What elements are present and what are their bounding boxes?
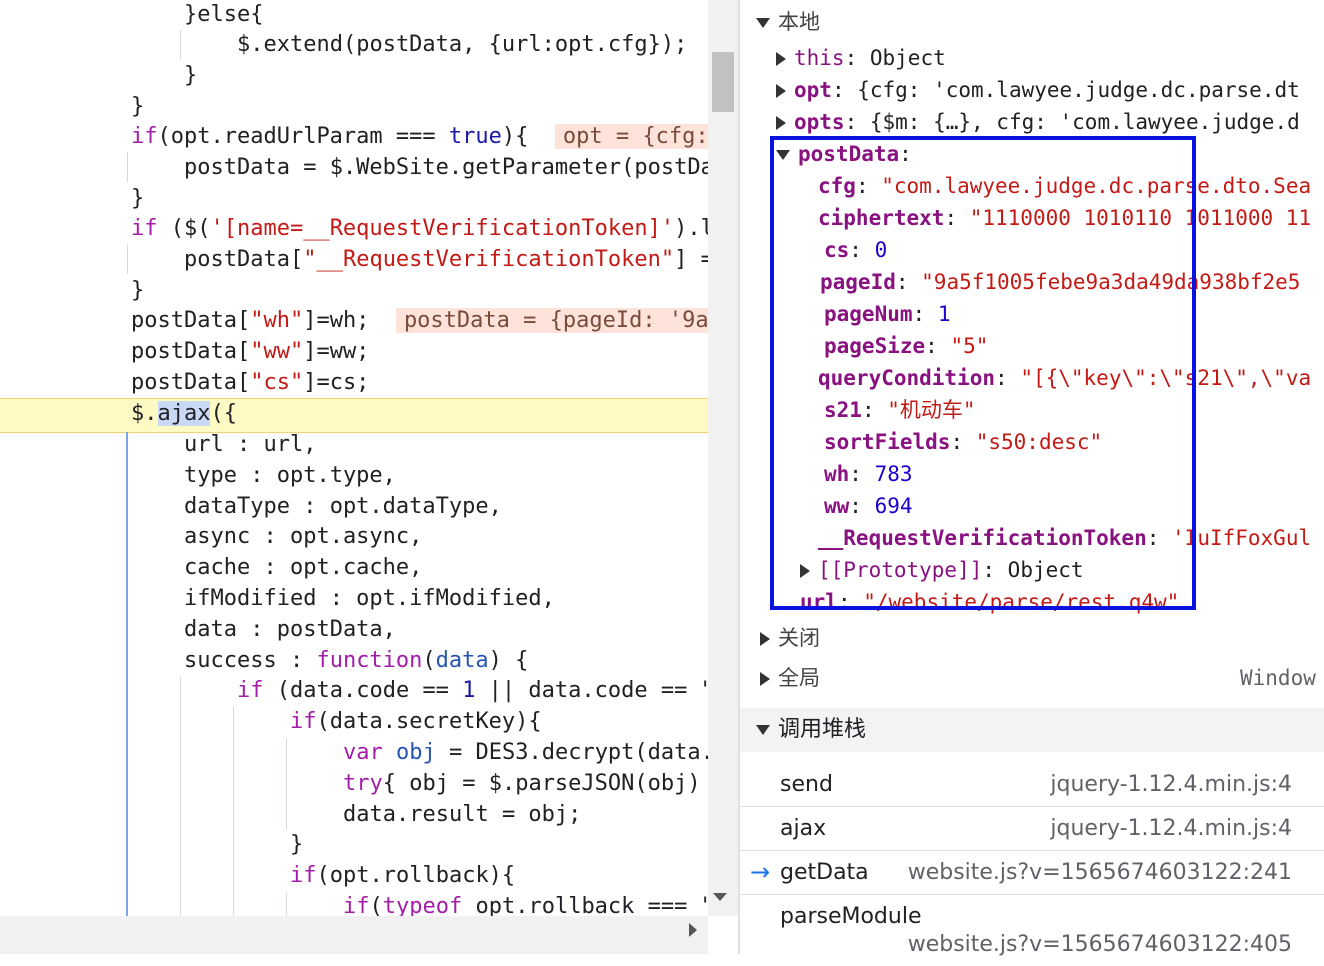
code-line: async : opt.async, <box>184 524 423 549</box>
callstack-header[interactable]: 调用堆栈 <box>740 708 1324 752</box>
prop-ciphertext[interactable]: ciphertext: "1110000 1010110 1011000 11 <box>818 202 1311 234</box>
prop-ww[interactable]: ww: 694 <box>824 490 913 522</box>
code-line: success : function(data) { <box>184 648 529 673</box>
code-line: url : url, <box>184 432 317 457</box>
code-line: dataType : opt.dataType, <box>184 494 502 519</box>
prop-pageid[interactable]: pageId: "9a5f1005febe9a3da49da938bf2e5 <box>820 266 1300 298</box>
code-line: postData["wh"]=wh; postData = {pageId: '… <box>131 306 708 336</box>
scope-item-opts[interactable]: opts: {$m: {…}, cfg: 'com.lawyee.judge.d <box>776 106 1300 138</box>
scope-local-header[interactable]: 本地 <box>756 6 820 38</box>
expand-triangle-icon <box>776 150 790 160</box>
callstack-frame[interactable]: ajax jquery-1.12.4.min.js:4 <box>740 808 1324 851</box>
indent-guide <box>180 30 181 60</box>
scope-item-this[interactable]: this: Object <box>776 42 946 74</box>
scope-global-header[interactable]: 全局 <box>760 662 820 694</box>
prop-querycondition[interactable]: queryCondition: "[{\"key\":\"s21\",\"va <box>818 362 1311 394</box>
code-line: if(data.secretKey){ <box>290 709 542 734</box>
expand-triangle-icon <box>756 18 770 28</box>
code-line: postData["__RequestVerificationToken"] = <box>184 247 708 272</box>
current-execution-line <box>0 398 708 433</box>
prop-prototype[interactable]: [[Prototype]]: Object <box>800 554 1084 586</box>
code-line: postData["ww"]=ww; <box>131 339 370 364</box>
callstack-frame[interactable]: send jquery-1.12.4.min.js:4 <box>740 764 1324 807</box>
code-line: } <box>131 186 145 211</box>
code-line: if(opt.rollback){ <box>290 863 516 888</box>
scope-item-opt[interactable]: opt: {cfg: 'com.lawyee.judge.dc.parse.dt <box>776 74 1300 106</box>
scroll-right-arrow-icon[interactable] <box>689 923 697 937</box>
code-line-current: $.ajax({ <box>131 401 237 426</box>
code-line: cache : opt.cache, <box>184 555 423 580</box>
code-line: type : opt.type, <box>184 463 396 488</box>
selected-token: ajax <box>157 401 211 426</box>
code-line: if ($('[name=__RequestVerificationToken]… <box>131 216 708 241</box>
collapse-triangle-icon <box>776 52 786 66</box>
callstack-frame-current[interactable]: → getData website.js?v=1565674603122:241 <box>740 852 1324 895</box>
indent-guide <box>286 892 287 916</box>
prop-sortfields[interactable]: sortFields: "s50:desc" <box>824 426 1102 458</box>
code-line: postData = $.WebSite.getParameter(postDa <box>184 155 708 180</box>
code-line: ifModified : opt.ifModified, <box>184 586 555 611</box>
code-line: postData["cs"]=cs; <box>131 370 370 395</box>
collapse-triangle-icon <box>776 84 786 98</box>
indent-guide <box>127 152 128 182</box>
scope-item-postdata[interactable]: postData: <box>776 138 912 170</box>
indent-guide <box>180 676 181 916</box>
global-value: Window <box>1240 666 1316 690</box>
expand-triangle-icon <box>756 725 770 735</box>
prop-s21[interactable]: s21: "机动车" <box>824 394 976 426</box>
source-editor[interactable]: }else{ $.extend(postData, {url:opt.cfg})… <box>0 0 708 916</box>
inline-value-postdata: postData = {pageId: '9a5 <box>395 308 708 333</box>
indent-guide <box>127 244 128 274</box>
callstack-frame[interactable]: parseModule website.js?v=1565674603122:4… <box>740 896 1324 957</box>
prop-pagesize[interactable]: pageSize: "5" <box>824 330 988 362</box>
code-line: } <box>131 94 145 119</box>
code-line: if(typeof opt.rollback === " <box>343 894 708 916</box>
prop-wh[interactable]: wh: 783 <box>824 458 913 490</box>
prop-cs[interactable]: cs: 0 <box>824 234 887 266</box>
code-line: } <box>290 832 304 857</box>
code-line: try{ obj = $.parseJSON(obj) <box>343 771 701 796</box>
collapse-triangle-icon <box>760 632 770 646</box>
scroll-down-arrow-icon[interactable] <box>713 893 727 901</box>
code-line: if(opt.readUrlParam === true){ opt = {cf… <box>131 122 708 152</box>
code-line: data : postData, <box>184 617 396 642</box>
vertical-scrollbar[interactable] <box>708 0 738 916</box>
scope-item-url[interactable]: url: "/website/parse/rest.q4w" <box>800 586 1179 618</box>
scope-closure-header[interactable]: 关闭 <box>760 622 820 654</box>
prop-cfg[interactable]: cfg: "com.lawyee.judge.dc.parse.dto.Sea <box>818 170 1311 202</box>
prop-pagenum[interactable]: pageNum: 1 <box>824 298 950 330</box>
code-line: data.result = obj; <box>343 802 582 827</box>
horizontal-scrollbar[interactable] <box>0 916 708 954</box>
indent-guide-active <box>126 432 128 916</box>
collapse-triangle-icon <box>800 564 810 578</box>
prop-request-token[interactable]: __RequestVerificationToken: 'IuIfFoxGul <box>818 522 1311 554</box>
code-line: }else{ <box>184 2 264 27</box>
current-frame-arrow-icon: → <box>750 858 771 886</box>
code-line: var obj = DES3.decrypt(data. <box>343 740 708 765</box>
code-line: $.extend(postData, {url:opt.cfg}); <box>237 32 688 57</box>
code-line: } <box>184 63 198 88</box>
collapse-triangle-icon <box>776 116 786 130</box>
code-line: if (data.code == 1 || data.code == " <box>237 678 708 703</box>
inline-value-opt: opt = {cfg: <box>554 124 708 149</box>
indent-guide <box>286 738 287 830</box>
code-line: } <box>131 278 145 303</box>
collapse-triangle-icon <box>760 672 770 686</box>
vertical-scroll-thumb[interactable] <box>712 52 734 112</box>
indent-guide <box>233 706 234 916</box>
